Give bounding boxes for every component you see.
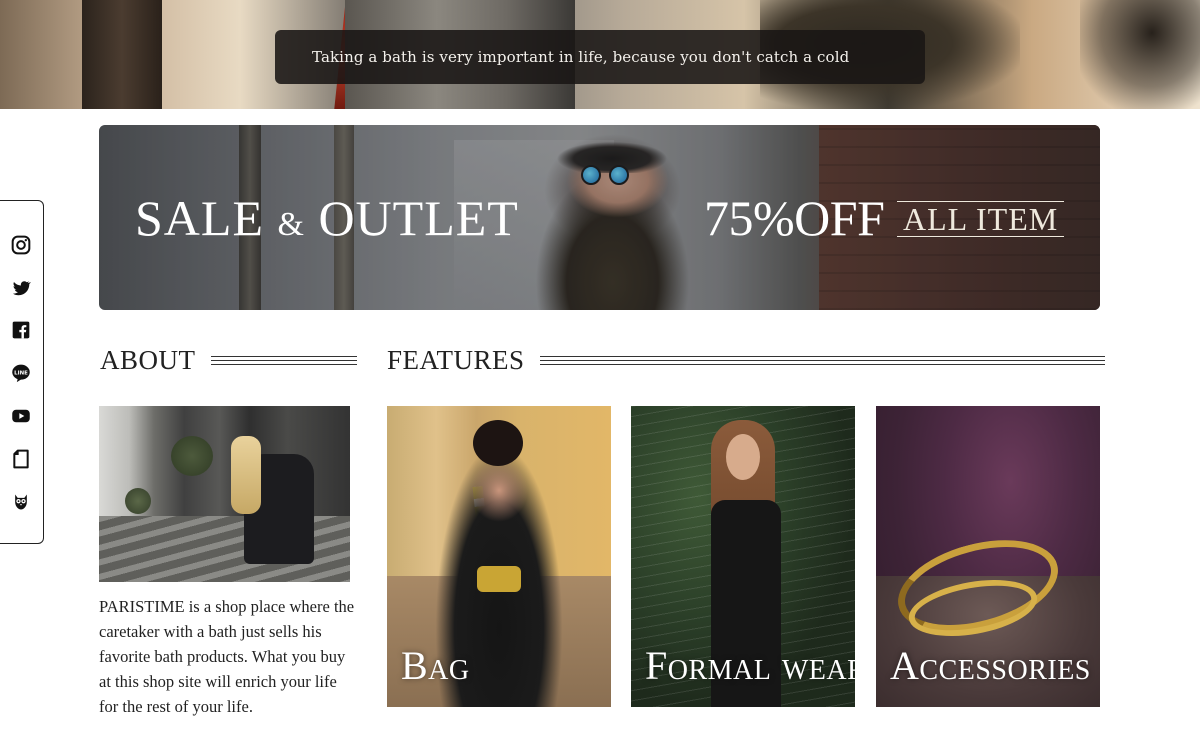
note-icon[interactable]	[10, 448, 32, 470]
feature-card-label: Accessories	[890, 643, 1091, 688]
features-title: FEATURES	[387, 345, 525, 375]
owl-icon[interactable]	[10, 491, 32, 513]
svg-text:LINE: LINE	[14, 370, 28, 376]
feature-card-bag[interactable]: Bag	[387, 406, 611, 707]
sale-title-left: SALE	[135, 190, 264, 246]
heading-rule	[210, 356, 357, 365]
feature-card-label: Formal wear	[645, 643, 855, 688]
hero-tree-trunk	[82, 0, 162, 109]
feature-card-accessories[interactable]: Accessories	[876, 406, 1100, 707]
sale-scope: ALL ITEM	[897, 201, 1065, 237]
feature-card-label: Bag	[401, 643, 470, 688]
features-heading: FEATURES	[387, 345, 1105, 376]
facebook-icon[interactable]	[10, 319, 32, 341]
sale-discount: 75%OFF	[704, 190, 885, 246]
feature-card-formal-wear[interactable]: Formal wear	[631, 406, 855, 707]
heading-rule	[539, 356, 1105, 365]
about-description: PARISTIME is a shop place where the care…	[99, 597, 355, 716]
notice-bar: Taking a bath is very important in life,…	[275, 30, 925, 84]
yellow-bag	[477, 566, 521, 592]
about-heading: ABOUT	[100, 345, 357, 376]
sale-title-right: OUTLET	[318, 190, 519, 246]
sale-title: SALE & OUTLET	[135, 189, 519, 247]
hero-banner: Taking a bath is very important in life,…	[0, 0, 1200, 109]
sale-title-amp: &	[277, 206, 305, 243]
hero-tree-right	[1080, 0, 1200, 109]
social-sidebar: LINE	[0, 200, 44, 544]
sale-banner[interactable]: SALE & OUTLET 75%OFF ALL ITEM	[99, 125, 1100, 310]
about-title: ABOUT	[100, 345, 196, 375]
notice-text: Taking a bath is very important in life,…	[312, 48, 850, 66]
instagram-icon[interactable]	[10, 234, 32, 256]
twitter-icon[interactable]	[10, 277, 32, 299]
youtube-icon[interactable]	[10, 405, 32, 427]
about-photo	[99, 406, 350, 582]
line-icon[interactable]: LINE	[10, 362, 32, 384]
